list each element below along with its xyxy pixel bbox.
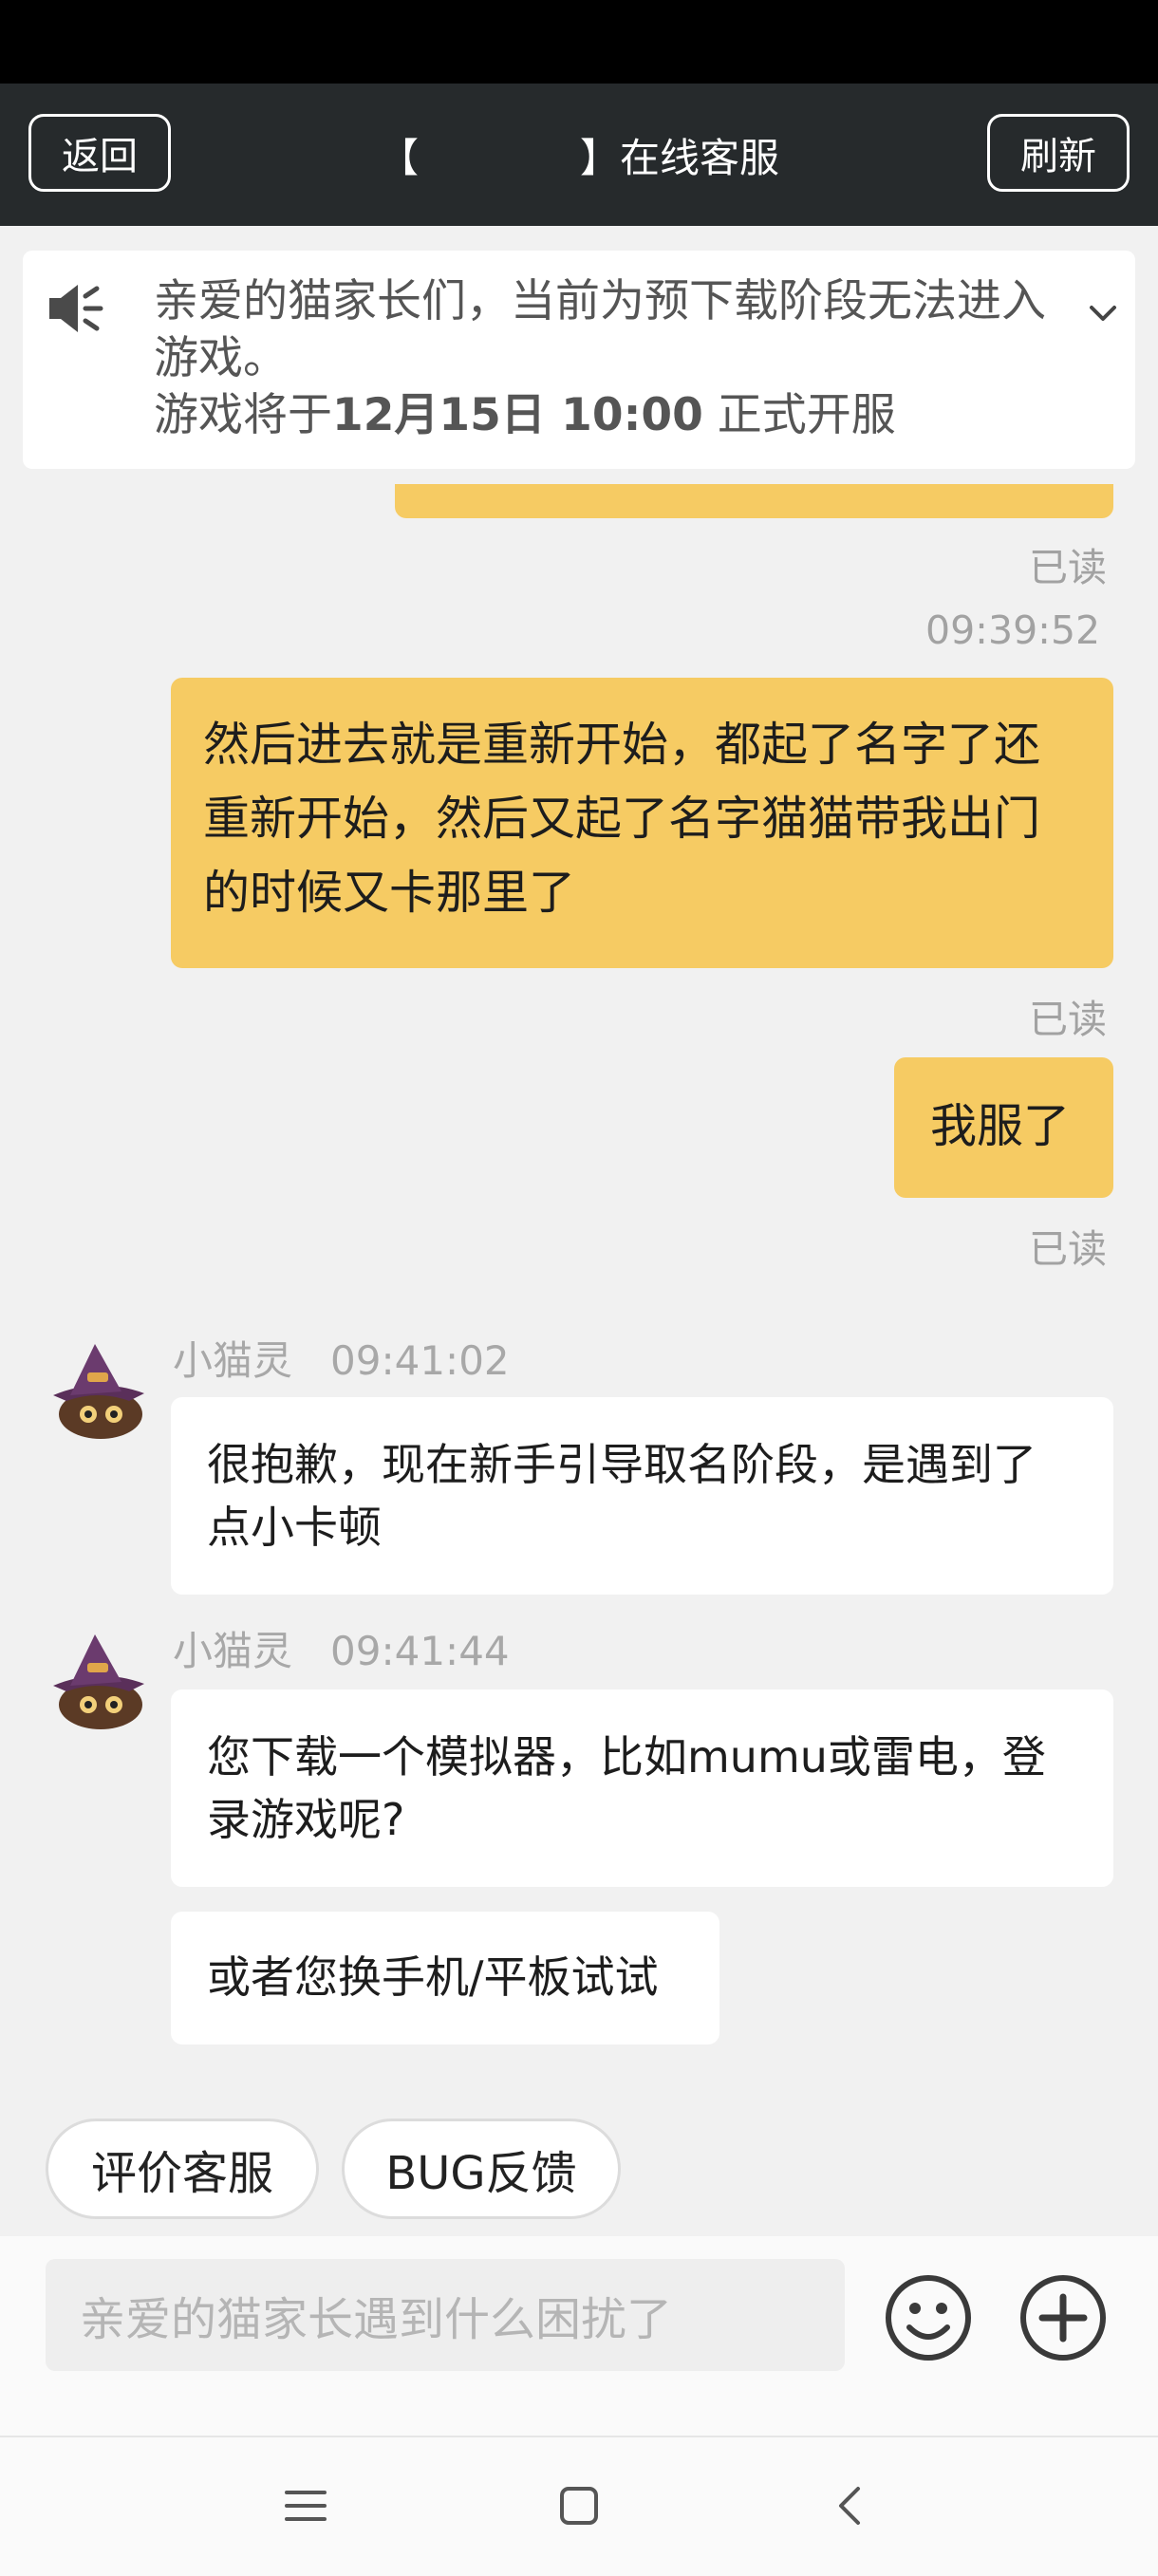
chevron-down-icon[interactable] [1084, 294, 1122, 332]
agent-name: 小猫灵 [173, 1337, 293, 1384]
home-icon[interactable] [552, 2479, 606, 2532]
refresh-button[interactable]: 刷新 [987, 114, 1130, 192]
header-bar: 【 】在线客服 返回 刷新 [0, 84, 1158, 226]
title-bracket-open: 【 [378, 134, 419, 181]
launch-datetime: 12月15日 10:00 [332, 389, 703, 441]
user-message-bubble: 我服了 [894, 1057, 1113, 1198]
agent-name-line: 小猫灵 09:41:02 [173, 1329, 510, 1387]
agent-avatar [53, 1634, 144, 1729]
add-icon[interactable] [1018, 2272, 1109, 2363]
agent-message-text: 或者您换手机/平板试试 [207, 1951, 659, 2003]
message-input[interactable]: 亲爱的猫家长遇到什么困扰了 [46, 2259, 845, 2371]
announcement-text: 亲爱的猫家长们，当前为预下载阶段无法进入游戏。 游戏将于12月15日 10:00… [154, 273, 1084, 444]
back-nav-icon[interactable] [824, 2479, 877, 2532]
agent-message-bubble: 很抱歉，现在新手引导取名阶段，是遇到了点小卡顿 [171, 1397, 1113, 1595]
read-status: 已读 [1029, 1226, 1107, 1272]
agent-message-bubble: 或者您换手机/平板试试 [171, 1912, 719, 2044]
agent-message-text: 很抱歉，现在新手引导取名阶段，是遇到了点小卡顿 [207, 1439, 1037, 1553]
agent-message-text: 您下载一个模拟器，比如mumu或雷电，登录游戏呢? [207, 1731, 1046, 1845]
user-message-bubble: 然后进去就是重新开始，都起了名字了还重新开始，然后又起了名字猫猫带我出门的时候又… [171, 678, 1113, 968]
status-bar [0, 0, 1158, 84]
rate-service-button[interactable]: 评价客服 [46, 2119, 319, 2219]
message-composer: 亲爱的猫家长遇到什么困扰了 [0, 2236, 1158, 2436]
user-message-text: 我服了 [930, 1099, 1071, 1153]
title-text: 】在线客服 [580, 134, 780, 181]
agent-message-time: 09:41:02 [330, 1337, 510, 1384]
page-title: 【 】在线客服 [0, 84, 1158, 226]
previous-message-bubble [395, 484, 1113, 518]
agent-name-line: 小猫灵 09:41:44 [173, 1619, 510, 1677]
back-button[interactable]: 返回 [28, 114, 171, 192]
read-status: 已读 [1029, 545, 1107, 590]
menu-icon[interactable] [279, 2479, 332, 2532]
announcement-line-2: 游戏将于12月15日 10:00 正式开服 [154, 389, 896, 441]
agent-avatar [53, 1344, 144, 1439]
emoji-icon[interactable] [883, 2272, 974, 2363]
speaker-icon [49, 285, 103, 332]
agent-message-bubble: 您下载一个模拟器，比如mumu或雷电，登录游戏呢? [171, 1689, 1113, 1887]
user-message-text: 然后进去就是重新开始，都起了名字了还重新开始，然后又起了名字猫猫带我出门的时候又… [203, 718, 1041, 920]
bug-report-button[interactable]: BUG反馈 [342, 2119, 621, 2219]
read-status: 已读 [1029, 997, 1107, 1042]
agent-name: 小猫灵 [173, 1628, 293, 1674]
announcement-line-1: 亲爱的猫家长们，当前为预下载阶段无法进入游戏。 [154, 275, 1046, 384]
agent-message-time: 09:41:44 [330, 1628, 510, 1674]
announcement-banner: 亲爱的猫家长们，当前为预下载阶段无法进入游戏。 游戏将于12月15日 10:00… [23, 251, 1135, 469]
system-nav-bar [0, 2436, 1158, 2576]
message-timestamp: 09:39:52 [925, 607, 1101, 653]
